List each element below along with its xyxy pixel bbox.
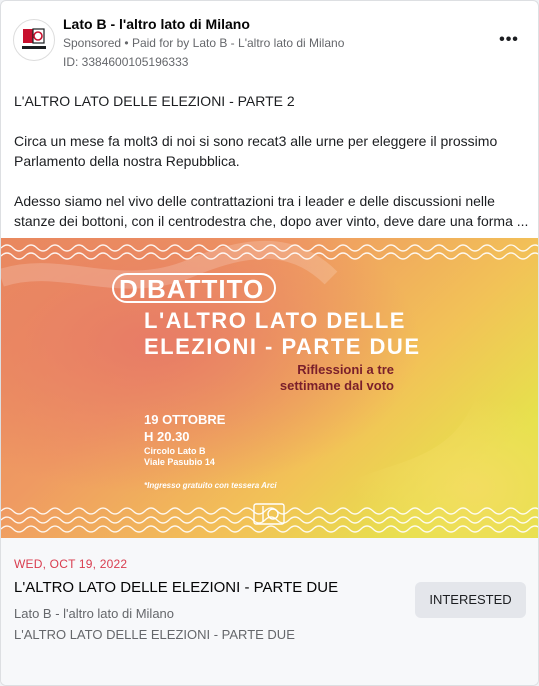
banner-headline-line-2: ELEZIONI - PARTE DUE [144, 334, 421, 359]
post-paragraph-2-line-1: Adesso siamo nel vivo delle contrattazio… [14, 193, 495, 209]
interested-button[interactable]: INTERESTED [415, 582, 526, 618]
post-paragraph-1-line-2: Parlamento della nostra Repubblica. [14, 153, 240, 169]
banner-address: Viale Pasubio 14 [144, 457, 215, 467]
banner-headline-line-1: L'ALTRO LATO DELLE [144, 308, 406, 333]
post-paragraph-1-line-1: Circa un mese fa molt3 di noi si sono re… [14, 133, 498, 149]
sponsored-label: Sponsored [63, 36, 122, 50]
post-paragraph-2-line-2: stanze dei bottoni, con il centrodestra … [14, 213, 529, 229]
banner-tagline-line-2: settimane dal voto [280, 378, 394, 393]
event-banner-image[interactable]: DIBATTITO L'ALTRO LATO DELLE ELEZIONI - … [1, 238, 538, 538]
separator-dot: • [124, 36, 129, 50]
event-footer[interactable]: WED, OCT 19, 2022 L'ALTRO LATO DELLE ELE… [1, 538, 538, 685]
paid-by-link[interactable]: Lato B - L'altro lato di Milano [193, 36, 345, 50]
post-title-line: L'ALTRO LATO DELLE ELEZIONI - PARTE 2 [14, 93, 295, 109]
post-header: Lato B - l'altro lato di Milano Sponsore… [1, 1, 538, 81]
page-avatar[interactable] [13, 19, 55, 61]
event-organizer: Lato B - l'altro lato di Milano [14, 606, 175, 621]
banner-tagline-line-1: Riflessioni a tre [297, 362, 394, 377]
event-date: WED, OCT 19, 2022 [14, 557, 128, 571]
banner-note: *Ingresso gratuito con tessera Arci [144, 481, 277, 490]
banner-venue: Circolo Lato B [144, 446, 206, 456]
ad-card: Lato B - l'altro lato di Milano Sponsore… [0, 0, 539, 686]
ad-id: ID: 3384600105196333 [63, 55, 189, 69]
page-name-link[interactable]: Lato B - l'altro lato di Milano [63, 16, 250, 32]
event-subtitle: L'ALTRO LATO DELLE ELEZIONI - PARTE DUE [14, 627, 295, 642]
dibattito-badge: DIBATTITO [112, 273, 276, 304]
lato-b-logo-icon [22, 28, 46, 49]
paid-prefix: Paid for by [131, 36, 190, 50]
event-title[interactable]: L'ALTRO LATO DELLE ELEZIONI - PARTE DUE [14, 579, 338, 596]
sponsored-meta: Sponsored • Paid for by Lato B - L'altro… [63, 36, 344, 50]
banner-artwork: DIBATTITO L'ALTRO LATO DELLE ELEZIONI - … [1, 238, 538, 538]
more-options-button[interactable]: ••• [497, 29, 521, 51]
banner-date: 19 OTTOBRE [144, 412, 226, 427]
banner-time: H 20.30 [144, 429, 190, 444]
banner-kicker: DIBATTITO [119, 274, 264, 304]
